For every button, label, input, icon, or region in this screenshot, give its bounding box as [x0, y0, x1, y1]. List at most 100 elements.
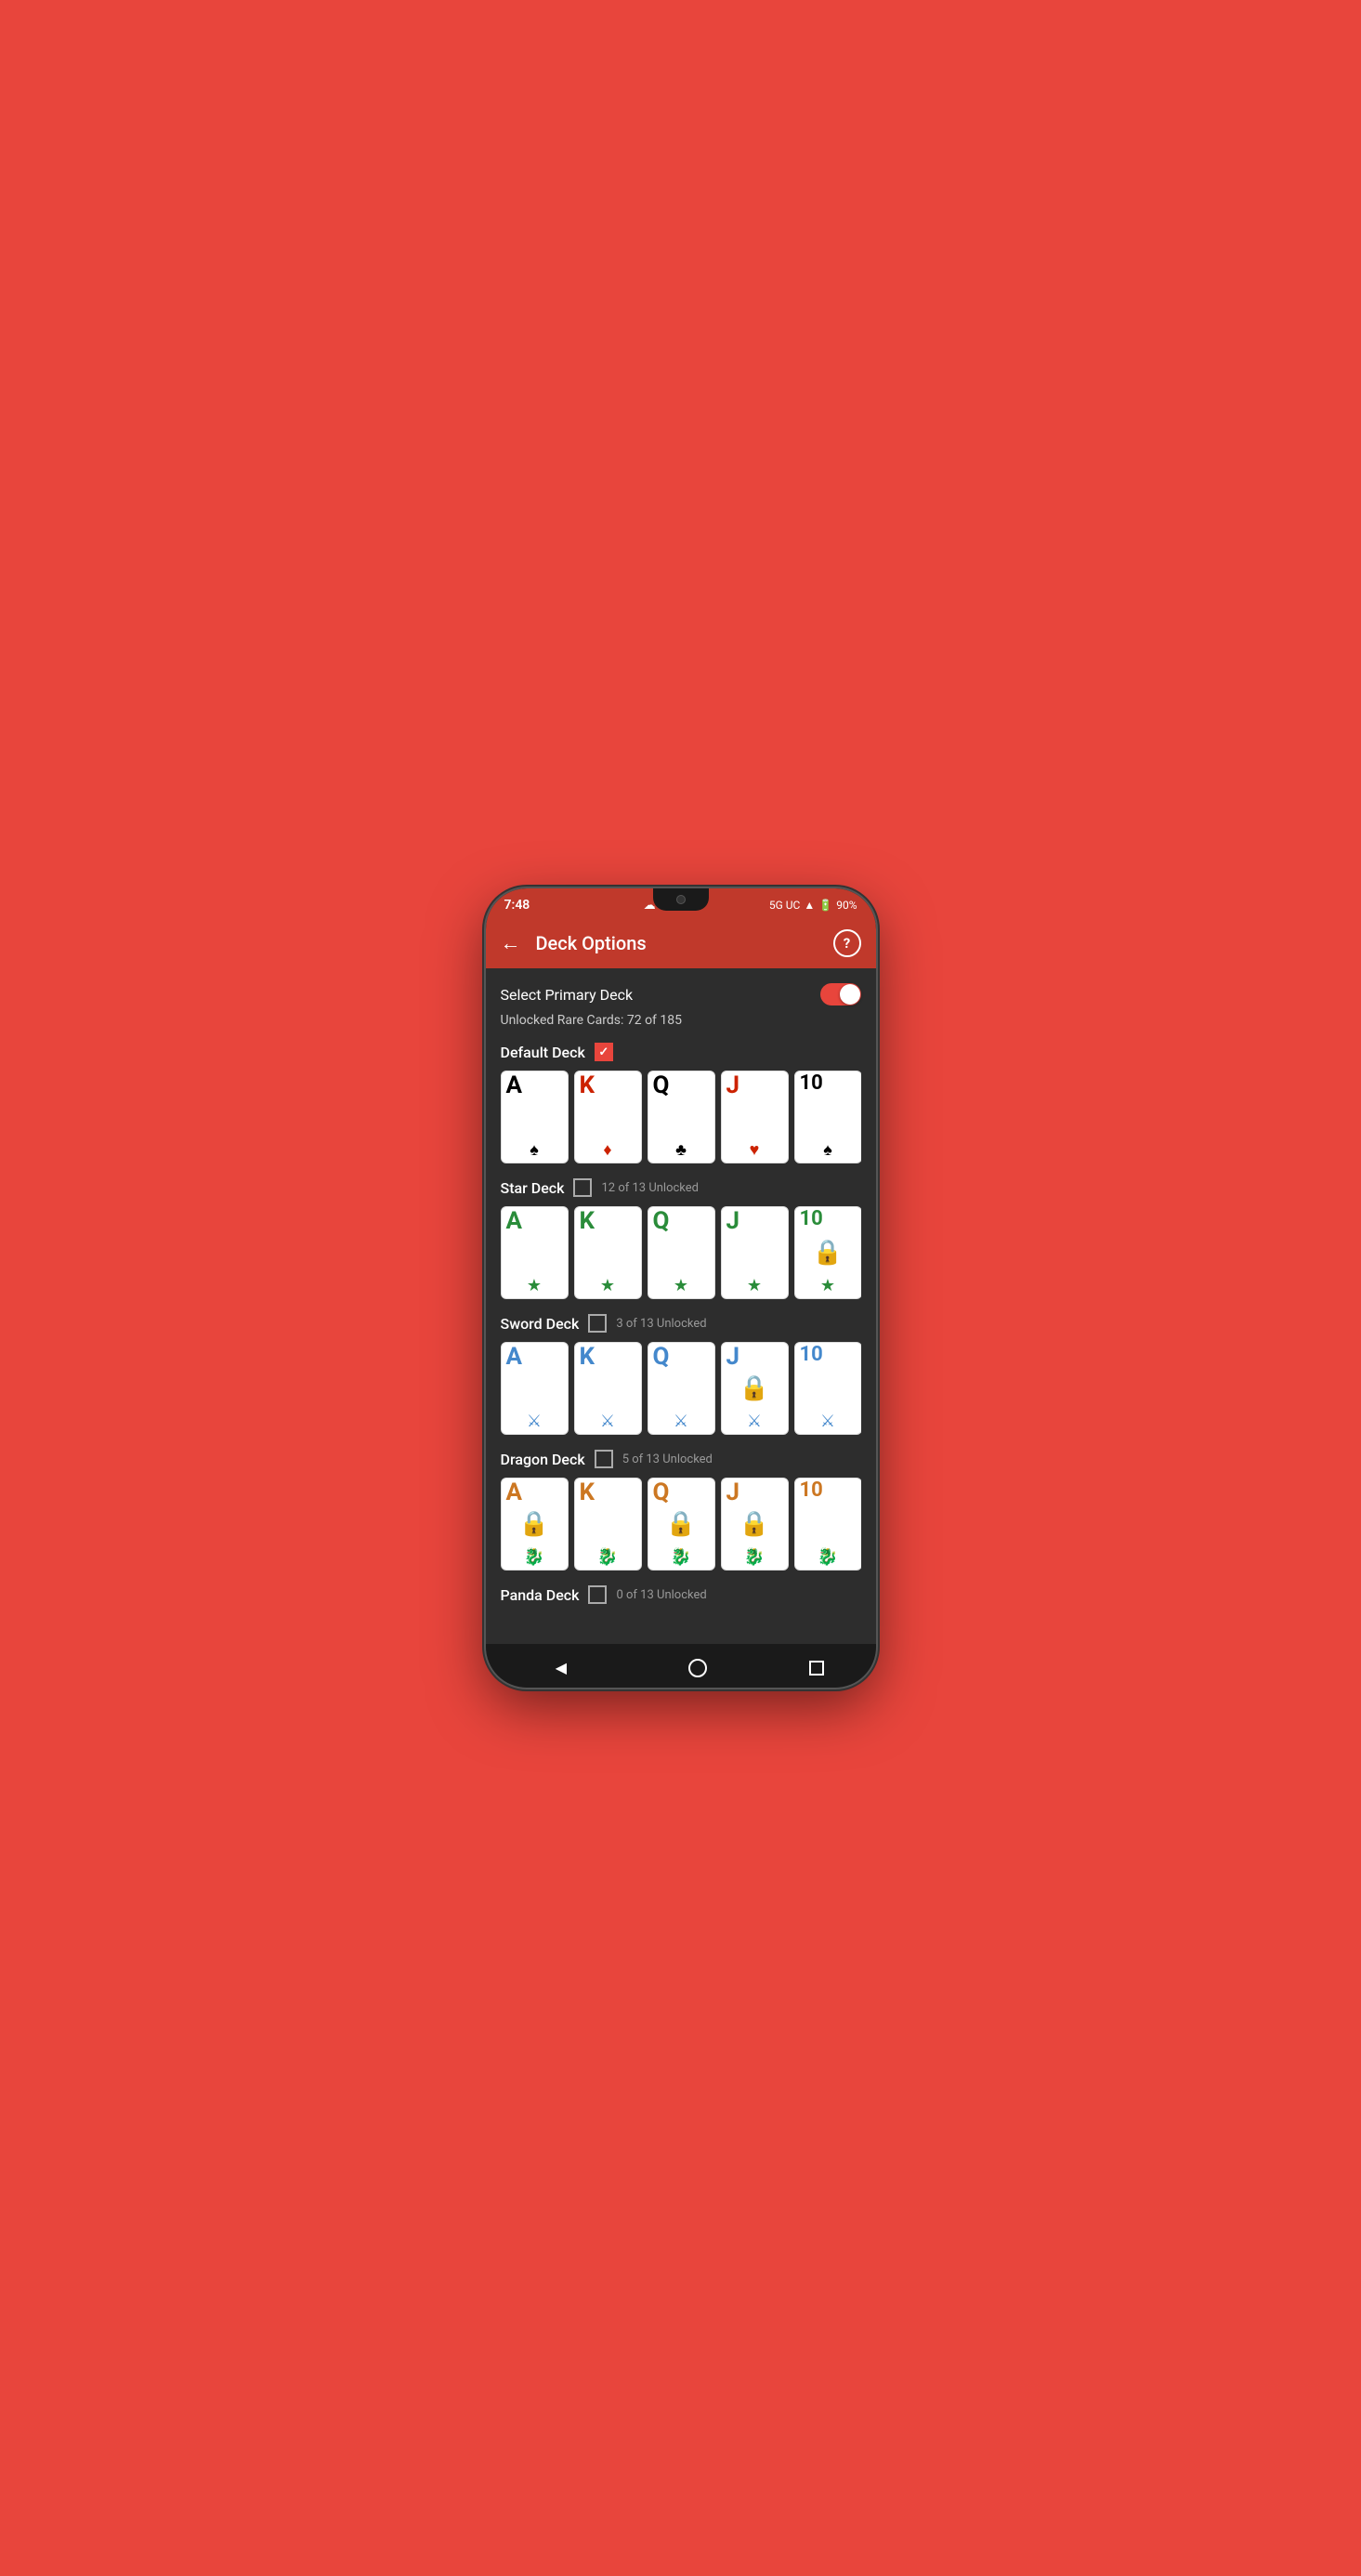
nav-home-button[interactable] [688, 1659, 707, 1677]
deck-checkbox-4[interactable] [588, 1585, 607, 1604]
card-symbol-2-1: ⚔ [600, 1413, 615, 1430]
card-symbol-2-4: ⚔ [820, 1413, 835, 1430]
deck-name-1: Star Deck [501, 1179, 565, 1197]
network-label: 5G UC [769, 899, 801, 912]
primary-deck-toggle[interactable] [820, 983, 861, 1005]
content-area: Select Primary Deck Unlocked Rare Cards:… [486, 968, 876, 1644]
card-1-1[interactable]: K★ [574, 1206, 642, 1299]
deck-checkbox-0[interactable] [595, 1043, 613, 1061]
deck-header-3: Dragon Deck 5 of 13 Unlocked [501, 1450, 861, 1468]
card-0-3[interactable]: J♥ [721, 1071, 789, 1163]
deck-section-2: Sword Deck3 of 13 UnlockedA⚔K⚔Q⚔J🔒⚔10⚔ [501, 1314, 861, 1435]
card-symbol-3-2: 🐉 [671, 1549, 691, 1566]
card-2-2[interactable]: Q⚔ [648, 1342, 715, 1435]
unlocked-rare-text: Unlocked Rare Cards: 72 of 185 [501, 1013, 861, 1028]
card-0-2[interactable]: Q♣ [648, 1071, 715, 1163]
card-symbol-1-0: ★ [527, 1278, 542, 1295]
card-3-0[interactable]: A🔒🐉 [501, 1478, 569, 1571]
camera-dot [676, 895, 686, 904]
deck-name-4: Panda Deck [501, 1586, 580, 1604]
status-time: 7:48 [504, 898, 530, 913]
card-letter-1-4: 10 [800, 1209, 823, 1229]
card-3-3[interactable]: J🔒🐉 [721, 1478, 789, 1571]
card-symbol-0-0: ♠ [530, 1142, 539, 1159]
deck-section-0: Default DeckA♠K♦Q♣J♥10♠ [501, 1043, 861, 1163]
deck-header-1: Star Deck 12 of 13 Unlocked [501, 1178, 861, 1197]
deck-name-3: Dragon Deck [501, 1451, 585, 1468]
deck-name-0: Default Deck [501, 1044, 585, 1061]
card-symbol-0-1: ♦ [603, 1142, 611, 1159]
card-0-0[interactable]: A♠ [501, 1071, 569, 1163]
card-0-1[interactable]: K♦ [574, 1071, 642, 1163]
deck-unlock-text-4: 0 of 13 Unlocked [616, 1588, 706, 1602]
cards-row-1: A★K★Q★J★10🔒★ [501, 1206, 861, 1299]
card-symbol-2-2: ⚔ [674, 1413, 688, 1430]
card-symbol-3-1: 🐉 [597, 1549, 618, 1566]
card-letter-1-1: K [580, 1209, 595, 1233]
card-1-3[interactable]: J★ [721, 1206, 789, 1299]
deck-checkbox-3[interactable] [595, 1450, 613, 1468]
card-symbol-2-0: ⚔ [527, 1413, 542, 1430]
nav-back-button[interactable]: ◀ [537, 1655, 585, 1680]
status-icons: 5G UC ▲ 🔋 90% [769, 899, 857, 912]
toggle-knob [840, 984, 860, 1005]
card-letter-3-1: K [580, 1480, 595, 1505]
card-2-1[interactable]: K⚔ [574, 1342, 642, 1435]
card-lock-3-2: 🔒 [666, 1510, 696, 1538]
card-letter-2-0: A [506, 1345, 522, 1369]
card-2-4[interactable]: 10 ⚔ [794, 1342, 861, 1435]
card-letter-0-1: K [580, 1073, 595, 1097]
card-symbol-0-3: ♥ [750, 1142, 760, 1159]
battery-label: 90% [836, 899, 857, 912]
card-letter-1-2: Q [653, 1209, 670, 1233]
deck-header-2: Sword Deck 3 of 13 Unlocked [501, 1314, 861, 1333]
card-letter-3-4: 10 [800, 1480, 823, 1501]
cards-row-2: A⚔K⚔Q⚔J🔒⚔10⚔ [501, 1342, 861, 1435]
card-letter-0-3: J [726, 1073, 740, 1097]
card-0-4[interactable]: 10 ♠ [794, 1071, 861, 1163]
card-letter-1-3: J [726, 1209, 740, 1233]
card-symbol-2-3: ⚔ [747, 1413, 762, 1430]
card-letter-1-0: A [506, 1209, 522, 1233]
deck-unlock-text-1: 12 of 13 Unlocked [601, 1181, 699, 1195]
phone-frame: 7:48 ☁ 5G UC ▲ 🔋 90% ← Deck Options ? Se… [486, 888, 876, 1688]
card-3-1[interactable]: K🐉 [574, 1478, 642, 1571]
deck-section-3: Dragon Deck5 of 13 UnlockedA🔒🐉K🐉Q🔒🐉J🔒🐉10… [501, 1450, 861, 1571]
card-letter-2-3: J [726, 1345, 740, 1369]
cards-row-0: A♠K♦Q♣J♥10♠ [501, 1071, 861, 1163]
card-1-4[interactable]: 10🔒★ [794, 1206, 861, 1299]
nav-recents-button[interactable] [809, 1661, 824, 1676]
deck-unlock-text-2: 3 of 13 Unlocked [616, 1317, 706, 1331]
card-1-2[interactable]: Q★ [648, 1206, 715, 1299]
card-1-0[interactable]: A★ [501, 1206, 569, 1299]
card-symbol-1-3: ★ [747, 1278, 762, 1295]
card-symbol-3-0: 🐉 [524, 1549, 544, 1566]
card-lock-1-4: 🔒 [813, 1239, 843, 1267]
deck-header-4: Panda Deck 0 of 13 Unlocked [501, 1585, 861, 1604]
page-title: Deck Options [536, 932, 833, 954]
card-3-2[interactable]: Q 🔒 🐉 [648, 1478, 715, 1571]
card-2-0[interactable]: A⚔ [501, 1342, 569, 1435]
deck-header-0: Default Deck [501, 1043, 861, 1061]
battery-icon: 🔋 [818, 899, 832, 912]
deck-section-4: Panda Deck 0 of 13 Unlocked [501, 1585, 861, 1604]
deck-name-2: Sword Deck [501, 1315, 580, 1333]
phone-inner: 7:48 ☁ 5G UC ▲ 🔋 90% ← Deck Options ? Se… [486, 888, 876, 1688]
card-3-4[interactable]: 10🐉 [794, 1478, 861, 1571]
deck-checkbox-1[interactable] [573, 1178, 592, 1197]
card-symbol-0-4: ♠ [823, 1142, 832, 1159]
card-letter-2-4: 10 [800, 1345, 823, 1365]
primary-deck-row: Select Primary Deck [501, 983, 861, 1005]
deck-checkbox-2[interactable] [588, 1314, 607, 1333]
card-letter-3-2: Q [653, 1480, 670, 1505]
card-letter-0-4: 10 [800, 1073, 823, 1094]
help-button[interactable]: ? [833, 929, 861, 957]
deck-unlock-text-3: 5 of 13 Unlocked [622, 1452, 713, 1466]
signal-icon: ▲ [804, 899, 815, 912]
card-2-3[interactable]: J🔒⚔ [721, 1342, 789, 1435]
card-lock-3-0: 🔒 [519, 1510, 549, 1538]
bottom-nav: ◀ [486, 1644, 876, 1688]
back-button[interactable]: ← [501, 931, 521, 955]
card-letter-2-2: Q [653, 1345, 670, 1369]
decks-container: Default DeckA♠K♦Q♣J♥10♠Star Deck12 of 13… [501, 1043, 861, 1604]
